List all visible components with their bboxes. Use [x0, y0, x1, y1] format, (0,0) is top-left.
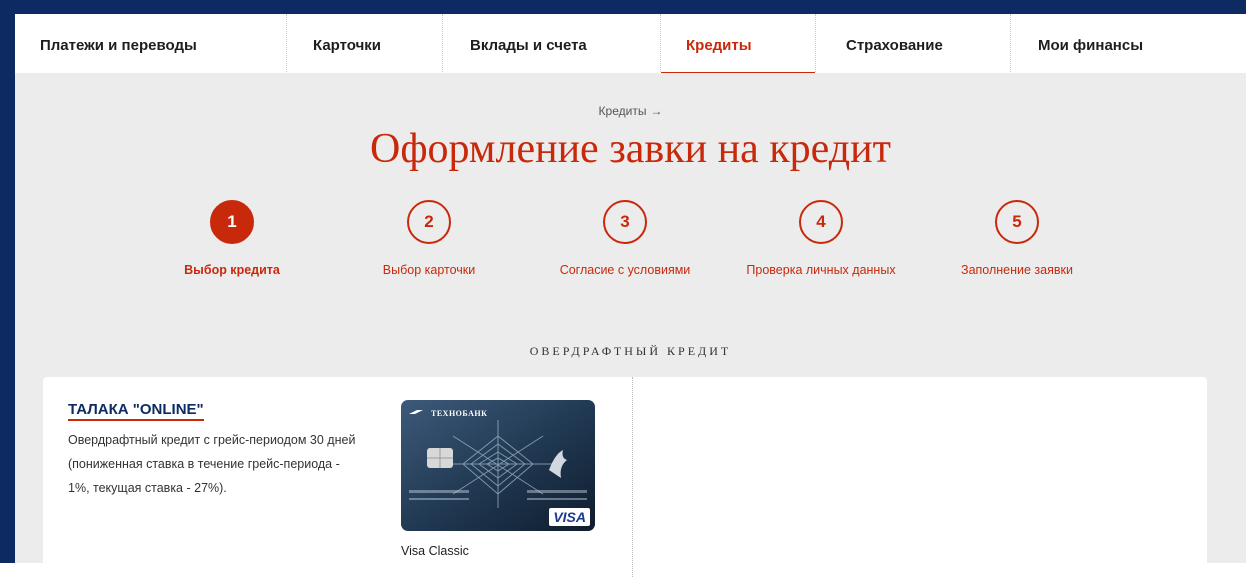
- product-panel: ТАЛАКА "ONLINE" Овердрафтный кредит с гр…: [43, 377, 1207, 577]
- main-content: Кредиты → Оформление завки на кредит 1 Вы…: [15, 73, 1246, 577]
- product-description: Овердрафтный кредит с грейс-периодом 30 …: [68, 433, 356, 495]
- step-label: Выбор кредита: [184, 263, 280, 277]
- nav-item-my-finances[interactable]: Мои финансы: [1011, 14, 1246, 76]
- nav-item-deposits[interactable]: Вклады и счета: [443, 14, 661, 76]
- arrow-right-icon: →: [650, 104, 663, 118]
- step-3[interactable]: 3 Согласие с условиями: [535, 200, 715, 277]
- step-number-badge: 2: [407, 200, 451, 244]
- step-1[interactable]: 1 Выбор кредита: [142, 200, 322, 277]
- card-caption: Visa Classic: [401, 544, 469, 558]
- step-number-badge: 1: [210, 200, 254, 244]
- nav-item-cards[interactable]: Карточки: [287, 14, 443, 76]
- breadcrumb: Кредиты →: [15, 104, 1246, 118]
- step-number-badge: 4: [799, 200, 843, 244]
- section-heading: ОВЕРДРАФТНЫЙ КРЕДИТ: [529, 344, 732, 358]
- page-title: Оформление завки на кредит: [370, 126, 891, 172]
- step-number-badge: 3: [603, 200, 647, 244]
- step-5[interactable]: 5 Заполнение заявки: [927, 200, 1107, 277]
- nav-item-credits[interactable]: Кредиты: [661, 14, 816, 76]
- step-label: Выбор карточки: [382, 263, 476, 277]
- step-number-badge: 5: [995, 200, 1039, 244]
- nav-item-insurance[interactable]: Страхование: [816, 14, 1011, 76]
- breadcrumb-credits-link[interactable]: Кредиты: [599, 104, 647, 118]
- top-frame-bar: [0, 0, 1246, 11]
- product-title-link[interactable]: ТАЛАКА "ONLINE": [68, 401, 204, 421]
- step-label: Согласие с условиями: [559, 263, 691, 277]
- visa-logo-icon: VISA: [549, 508, 590, 526]
- left-frame-bar: [0, 0, 15, 563]
- card-image[interactable]: ТЕХНОБАНК VISA: [401, 400, 595, 531]
- card-bank-name: ТЕХНОБАНК: [431, 409, 488, 418]
- panel-divider: [632, 377, 633, 577]
- step-2[interactable]: 2 Выбор карточки: [339, 200, 519, 277]
- step-4[interactable]: 4 Проверка личных данных: [731, 200, 911, 277]
- step-label: Проверка личных данных: [746, 263, 896, 277]
- main-nav: Платежи и переводы Карточки Вклады и сче…: [15, 11, 1246, 76]
- step-label: Заполнение заявки: [961, 263, 1073, 277]
- nav-item-payments[interactable]: Платежи и переводы: [15, 14, 287, 76]
